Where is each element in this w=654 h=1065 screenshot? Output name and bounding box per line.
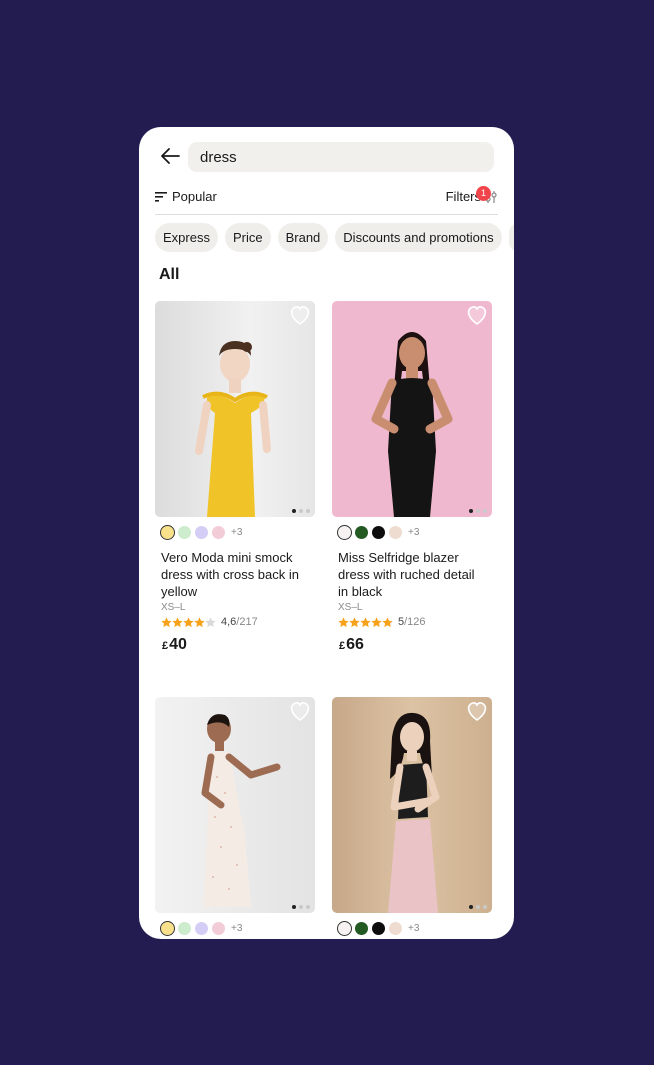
price-value: 66 bbox=[346, 636, 364, 653]
filter-chips: Express Price Brand Discounts and promot… bbox=[155, 223, 514, 252]
product-photo[interactable] bbox=[155, 301, 315, 517]
product-card[interactable]: +3 Miss Selfridge blazer dress with ruch… bbox=[332, 301, 492, 654]
product-card[interactable]: +3 Vero Moda mini smock dress with cross… bbox=[155, 301, 315, 654]
color-swatch[interactable] bbox=[337, 921, 352, 936]
woman-in-white-dotted-dress-image bbox=[201, 714, 281, 907]
color-swatch[interactable] bbox=[372, 526, 385, 539]
filters-button[interactable]: Filters 1 bbox=[446, 186, 498, 204]
color-swatches: +3 bbox=[337, 525, 492, 540]
color-swatch[interactable] bbox=[337, 525, 352, 540]
phone-screen: Popular Filters 1 Express Price Brand Di… bbox=[139, 127, 514, 939]
photo-pagination-dots bbox=[469, 905, 487, 909]
product-price: £66 bbox=[339, 636, 492, 654]
more-colors-count: +3 bbox=[231, 527, 243, 538]
more-colors-count: +3 bbox=[408, 923, 420, 934]
sort-icon bbox=[155, 192, 167, 202]
favorite-heart-icon[interactable] bbox=[465, 304, 489, 326]
color-swatches: +3 bbox=[337, 921, 492, 936]
color-swatch[interactable] bbox=[195, 922, 208, 935]
rating-stars-icon bbox=[161, 616, 216, 628]
color-swatch[interactable] bbox=[195, 526, 208, 539]
product-sizes: XS–L bbox=[338, 602, 363, 613]
product-photo[interactable] bbox=[155, 697, 315, 913]
review-count: /217 bbox=[236, 616, 258, 628]
chip-discounts[interactable]: Discounts and promotions bbox=[335, 223, 502, 252]
color-swatch[interactable] bbox=[355, 526, 368, 539]
favorite-heart-icon[interactable] bbox=[288, 304, 312, 326]
rating-stars-icon bbox=[338, 616, 393, 628]
color-swatch[interactable] bbox=[212, 922, 225, 935]
chip-express[interactable]: Express bbox=[155, 223, 218, 252]
product-title[interactable]: Miss Selfridge blazer dress with ruched … bbox=[338, 549, 486, 600]
more-colors-count: +3 bbox=[408, 527, 420, 538]
product-card[interactable]: +3 bbox=[155, 697, 315, 936]
color-swatch[interactable] bbox=[355, 922, 368, 935]
product-photo[interactable] bbox=[332, 697, 492, 913]
favorite-heart-icon[interactable] bbox=[465, 700, 489, 722]
color-swatch[interactable] bbox=[212, 526, 225, 539]
product-title[interactable]: Vero Moda mini smock dress with cross ba… bbox=[161, 549, 309, 600]
filters-count-badge: 1 bbox=[476, 186, 491, 201]
chip-next[interactable] bbox=[508, 223, 514, 252]
product-rating: 4,6 /217 bbox=[161, 616, 315, 628]
color-swatches: +3 bbox=[160, 525, 315, 540]
photo-pagination-dots bbox=[469, 509, 487, 513]
product-rating: 5 /126 bbox=[338, 616, 492, 628]
more-colors-count: +3 bbox=[231, 923, 243, 934]
product-card[interactable]: +3 bbox=[332, 697, 492, 936]
photo-pagination-dots bbox=[292, 509, 310, 513]
back-arrow-icon[interactable] bbox=[159, 146, 181, 166]
favorite-heart-icon[interactable] bbox=[288, 700, 312, 722]
color-swatch[interactable] bbox=[389, 526, 402, 539]
color-swatch[interactable] bbox=[372, 922, 385, 935]
sort-label: Popular bbox=[172, 189, 217, 204]
review-count: /126 bbox=[404, 616, 426, 628]
woman-in-black-blazer-dress-image bbox=[371, 332, 453, 517]
photo-pagination-dots bbox=[292, 905, 310, 909]
color-swatch[interactable] bbox=[389, 922, 402, 935]
color-swatch[interactable] bbox=[160, 921, 175, 936]
price-value: 40 bbox=[169, 636, 187, 653]
chip-brand[interactable]: Brand bbox=[277, 223, 329, 252]
sort-filter-bar: Popular Filters 1 bbox=[155, 184, 498, 215]
sort-button[interactable]: Popular bbox=[155, 189, 217, 204]
chip-price[interactable]: Price bbox=[224, 223, 271, 252]
woman-in-pink-skirt-image bbox=[388, 712, 440, 913]
woman-in-yellow-dress-image bbox=[195, 341, 271, 517]
color-swatches: +3 bbox=[160, 921, 315, 936]
currency-symbol: £ bbox=[339, 640, 346, 652]
rating-value: 4,6 bbox=[221, 616, 237, 628]
color-swatch[interactable] bbox=[178, 922, 191, 935]
product-price: £40 bbox=[162, 636, 315, 654]
currency-symbol: £ bbox=[162, 640, 169, 652]
search-input[interactable] bbox=[188, 142, 494, 172]
section-title: All bbox=[159, 266, 180, 283]
product-sizes: XS–L bbox=[161, 602, 186, 613]
color-swatch[interactable] bbox=[178, 526, 191, 539]
product-photo[interactable] bbox=[332, 301, 492, 517]
color-swatch[interactable] bbox=[160, 525, 175, 540]
